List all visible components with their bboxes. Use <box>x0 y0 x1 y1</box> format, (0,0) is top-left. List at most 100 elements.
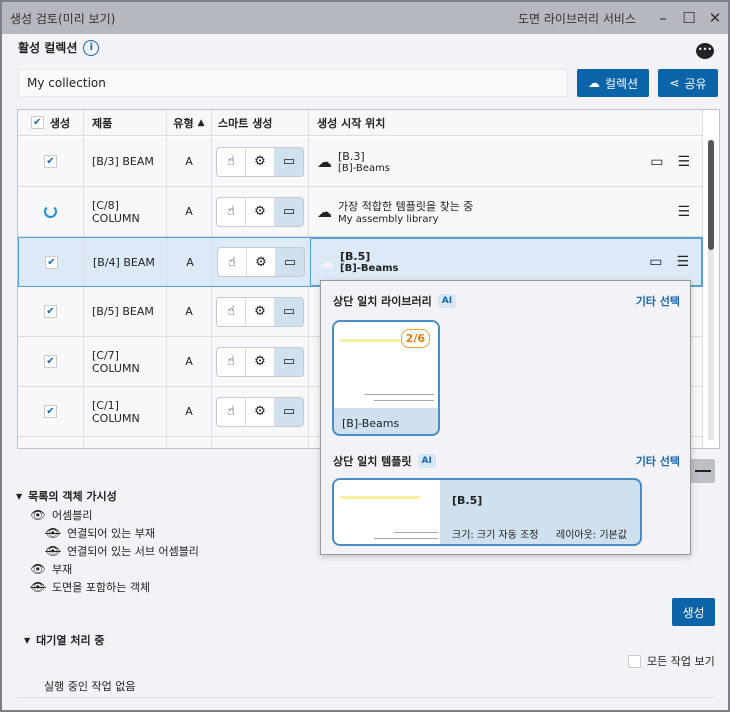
manual-pick-icon[interactable]: ☝ <box>217 147 246 176</box>
manual-pick-icon[interactable]: ☝ <box>217 397 246 426</box>
header-location: 생성 시작 위치 <box>309 110 703 135</box>
generate-cell[interactable] <box>18 187 84 236</box>
generate-button[interactable]: 생성 <box>672 598 715 626</box>
table-scrollbar[interactable] <box>708 140 714 440</box>
scrollbar-thumb[interactable] <box>708 140 714 250</box>
generate-cell[interactable]: ✔ <box>19 238 85 286</box>
smart-generation-toggle[interactable]: ☝ ⚙ ▭ <box>216 296 304 327</box>
document-icon[interactable]: ▭ <box>650 154 663 170</box>
location-subtitle: [B]-Beams <box>340 263 399 274</box>
checkbox[interactable] <box>628 654 641 668</box>
eye-off-icon[interactable]: 👁 <box>45 544 61 558</box>
library-more-link[interactable]: 기타 선택 <box>636 293 680 309</box>
header-product[interactable]: 제품 <box>84 110 167 135</box>
template-card[interactable]: [B.5] 크기: 크기 자동 조정 레이아웃: 기본값 <box>332 478 642 546</box>
location-cell[interactable]: ☁ [B.5] [B]-Beams ▭ ☰ <box>310 238 702 286</box>
smart-template-icon[interactable]: ▭ <box>275 397 303 426</box>
generate-cell[interactable]: ✔ <box>18 337 84 386</box>
visibility-item-connected-parts[interactable]: 👁 연결되어 있는 부재 <box>45 525 155 541</box>
smart-gear-icon[interactable]: ⚙ <box>246 147 275 176</box>
title-bar: 생성 검토(미리 보기) 도면 라이브러리 서비스 – ☐ ✕ <box>2 2 728 34</box>
smart-generation-toggle[interactable]: ☝ ⚙ ▭ <box>216 346 304 377</box>
close-button[interactable]: ✕ <box>702 9 728 27</box>
smart-generation-toggle[interactable]: ☝ ⚙ ▭ <box>216 396 304 427</box>
type-cell: A <box>167 187 212 236</box>
settings-sliders-icon[interactable]: ☰ <box>676 254 689 270</box>
eye-off-icon[interactable]: 👁 <box>30 580 46 594</box>
type-cell: A <box>167 137 212 186</box>
generate-checkbox[interactable]: ✔ <box>44 155 57 168</box>
generate-checkbox[interactable]: ✔ <box>44 305 57 318</box>
table-row[interactable]: ✔ [B/3] BEAM A ☝ ⚙ ▭ ☁ [B.3] [B]-Beams ▭ ☰ <box>18 137 703 187</box>
document-icon[interactable]: ▭ <box>649 254 662 270</box>
manual-pick-icon[interactable]: ☝ <box>218 248 247 276</box>
smart-gear-icon[interactable]: ⚙ <box>246 347 275 376</box>
manual-pick-icon[interactable]: ☝ <box>217 347 246 376</box>
info-icon[interactable]: i <box>83 39 100 56</box>
active-collection-label: 활성 컬렉션 i <box>18 39 100 56</box>
library-heading-text: 상단 일치 라이브러리 <box>333 295 432 308</box>
template-more-link[interactable]: 기타 선택 <box>636 453 680 469</box>
smart-gear-icon[interactable]: ⚙ <box>246 197 275 226</box>
smart-template-icon[interactable]: ▭ <box>275 297 303 326</box>
generate-checkbox[interactable]: ✔ <box>45 255 58 269</box>
smart-template-icon[interactable]: ▭ <box>276 248 304 276</box>
smart-generation-toggle[interactable]: ☝ ⚙ ▭ <box>216 196 304 227</box>
window-title: 생성 검토(미리 보기) <box>10 11 116 26</box>
generate-cell[interactable]: ✔ <box>18 137 84 186</box>
collection-input[interactable]: My collection <box>18 69 568 97</box>
manual-pick-icon[interactable]: ☝ <box>217 297 246 326</box>
settings-sliders-icon[interactable]: ☰ <box>677 154 690 170</box>
share-button[interactable]: ⋖ 공유 <box>658 69 718 97</box>
feedback-chat-icon[interactable]: ••• <box>696 43 714 59</box>
smart-gear-icon[interactable]: ⚙ <box>247 248 276 276</box>
collapse-button[interactable] <box>690 459 715 483</box>
eye-icon[interactable]: 👁 <box>30 508 46 522</box>
visibility-item-parts[interactable]: 👁 부재 <box>30 561 72 577</box>
type-cell: A <box>167 337 212 386</box>
smart-template-icon[interactable]: ▭ <box>275 147 303 176</box>
visibility-item-drawing-objects[interactable]: 👁 도면을 포함하는 객체 <box>30 579 150 595</box>
header-type-label: 유형 <box>173 116 194 130</box>
manual-pick-icon[interactable]: ☝ <box>217 197 246 226</box>
table-row[interactable]: [C/8] COLUMN A ☝ ⚙ ▭ ☁ 가장 적합한 템플릿을 찾는 중 My asse… <box>18 187 703 237</box>
ai-badge: AI <box>417 454 436 468</box>
visibility-section-toggle[interactable]: ▼ 목록의 객체 가시성 <box>16 488 117 504</box>
visibility-item-assembly[interactable]: 👁 어셈블리 <box>30 507 92 523</box>
smart-gear-icon[interactable]: ⚙ <box>246 397 275 426</box>
location-cell[interactable]: ☁ [B.3] [B]-Beams ▭ ☰ <box>309 137 703 186</box>
visibility-item-sub-assemblies[interactable]: 👁 연결되어 있는 서브 어셈블리 <box>45 543 199 559</box>
library-card[interactable]: 2/6 [B]-Beams <box>332 320 440 436</box>
minimize-button[interactable]: – <box>650 9 676 27</box>
cloud-icon: ☁ <box>317 202 332 221</box>
smart-gear-icon[interactable]: ⚙ <box>246 297 275 326</box>
caret-down-icon: ▼ <box>24 635 31 645</box>
generate-cell[interactable]: ✔ <box>18 287 84 336</box>
collection-button[interactable]: ☁ 컬렉션 <box>577 69 649 97</box>
loading-spinner-icon <box>44 205 57 218</box>
location-cell[interactable]: ☁ 가장 적합한 템플릿을 찾는 중 My assembly library ☰ <box>309 187 703 236</box>
generate-checkbox[interactable]: ✔ <box>44 405 57 418</box>
maximize-button[interactable]: ☐ <box>676 9 702 27</box>
generate-cell[interactable]: ✔ <box>18 387 84 436</box>
queue-section-toggle[interactable]: ▼ 대기열 처리 중 <box>24 632 105 648</box>
header-generate[interactable]: ✔ 생성 <box>18 110 84 135</box>
select-all-checkbox[interactable]: ✔ <box>30 116 44 129</box>
generate-checkbox[interactable]: ✔ <box>44 355 57 368</box>
ai-badge: AI <box>437 294 457 308</box>
smart-generation-toggle[interactable]: ☝ ⚙ ▭ <box>217 247 305 277</box>
settings-sliders-icon[interactable]: ☰ <box>677 204 690 220</box>
match-count-badge: 2/6 <box>400 329 430 348</box>
smart-template-icon[interactable]: ▭ <box>275 347 303 376</box>
eye-off-icon[interactable]: 👁 <box>45 526 61 540</box>
header-type[interactable]: 유형 ▲ <box>167 110 212 135</box>
smart-cell: ☝ ⚙ ▭ <box>212 387 309 436</box>
eye-icon[interactable]: 👁 <box>30 562 46 576</box>
smart-generation-toggle[interactable]: ☝ ⚙ ▭ <box>216 146 304 177</box>
divider <box>18 697 715 698</box>
product-cell: [B/4] BEAM <box>85 238 168 286</box>
smart-template-icon[interactable]: ▭ <box>275 197 303 226</box>
show-all-jobs-checkbox[interactable]: 모든 작업 보기 <box>628 653 715 669</box>
product-cell: [C/7] COLUMN <box>84 337 167 386</box>
location-title: [B.3] <box>338 149 365 163</box>
